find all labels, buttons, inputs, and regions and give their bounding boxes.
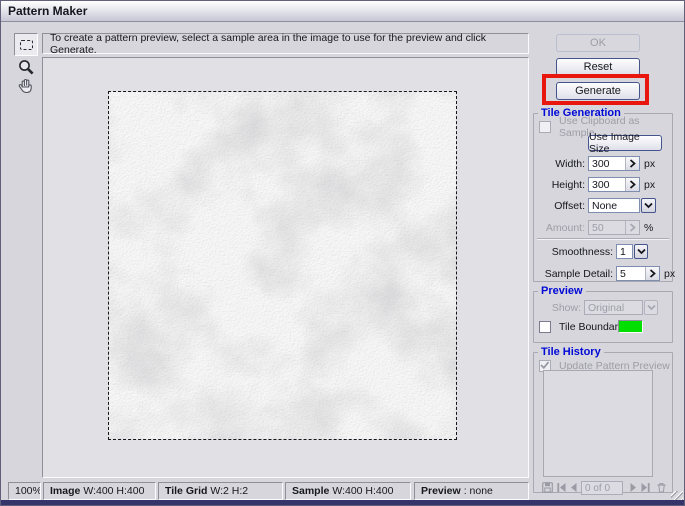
tile-counter-input [582,482,622,494]
smoothness-value[interactable]: 1 [616,244,633,259]
sample-detail-unit: px [664,267,676,280]
chevron-right-icon [629,223,636,232]
amount-label: Amount: [545,221,585,234]
smoothness-row: Smoothness: 1 [534,244,672,259]
use-clipboard-checkbox [539,120,551,133]
sample-detail-slider-button[interactable] [645,267,659,280]
status-image: Image W:400 H:400 [43,482,156,500]
show-row: Show: Original [534,300,672,315]
amount-field [588,220,640,235]
marquee-tool-button[interactable] [14,33,38,56]
status-image-label: Image [50,485,81,497]
title-bar[interactable]: Pattern Maker [1,1,684,22]
tile-history-nav [534,481,672,495]
show-dropdown-button [644,300,658,315]
status-preview: Preview : none [414,482,529,500]
width-row: Width: px [534,156,672,171]
height-slider-button[interactable] [625,178,639,191]
sample-detail-label: Sample Detail: [544,267,613,280]
height-unit: px [644,178,656,191]
show-label: Show: [551,301,581,314]
first-tile-icon [557,483,566,492]
status-preview-label: Preview [421,485,461,497]
height-field[interactable] [588,177,640,192]
tile-history-group: Tile History Update Pattern Preview [533,346,673,495]
amount-slider-button [625,221,639,234]
pattern-maker-dialog: Pattern Maker To create a pattern previe… [0,0,685,506]
amount-row: Amount: % [534,220,672,235]
status-tile-grid-value: W:2 H:2 [210,485,249,497]
last-tile-icon [641,483,650,492]
chevron-right-icon [629,159,636,168]
instruction-bar: To create a pattern preview, select a sa… [42,31,529,56]
status-tile-grid: Tile Grid W:2 H:2 [158,482,283,500]
chevron-right-icon [649,269,656,278]
ok-button: OK [556,34,640,52]
tile-boundaries-row: Tile Boundaries [534,319,672,334]
zoom-level-text: 100% [15,485,41,497]
rectangular-marquee-icon [19,39,33,50]
tile-boundaries-swatch[interactable] [618,320,643,333]
width-field[interactable] [588,156,640,171]
delete-tile-icon [657,483,666,493]
amount-input [589,221,625,234]
width-slider-button[interactable] [625,157,639,170]
status-image-value: W:400 H:400 [83,485,145,497]
previous-tile-icon [571,483,577,492]
preview-group: Preview Show: Original Tile Boundaries [533,285,673,343]
status-sample: Sample W:400 H:400 [285,482,411,500]
width-label: Width: [555,157,585,170]
sample-detail-input[interactable] [617,267,645,280]
tile-history-preview [543,370,653,477]
hand-tool-button[interactable] [17,77,35,95]
height-label: Height: [551,178,585,191]
sample-detail-row: Sample Detail: px [534,266,676,281]
hand-icon [18,78,32,94]
check-icon [540,360,550,369]
selection-marquee [108,91,457,440]
use-image-size-button[interactable]: Use Image Size [588,131,662,155]
instruction-text: To create a pattern preview, select a sa… [50,31,486,56]
status-sample-label: Sample [292,485,330,497]
window-bottom-border [1,500,684,505]
next-tile-icon [630,483,636,492]
chevron-down-icon [636,248,646,255]
save-preset-icon [542,482,553,493]
zoom-level: 100% [8,482,41,500]
offset-dropdown-button[interactable] [641,198,656,213]
window-title: Pattern Maker [8,4,88,18]
status-preview-value: : none [463,485,493,497]
chevron-right-icon [629,180,636,189]
height-input[interactable] [589,178,625,191]
width-input[interactable] [589,157,625,170]
tile-counter-box [581,481,623,495]
zoom-tool-button[interactable] [18,59,35,76]
offset-value[interactable]: None [588,198,640,213]
width-unit: px [644,157,656,170]
height-row: Height: px [534,177,672,192]
offset-row: Offset: None [534,198,672,213]
preview-title: Preview [538,285,586,298]
generate-button[interactable]: Generate [556,82,640,100]
sample-detail-field[interactable] [616,266,660,281]
chevron-down-icon [644,202,653,209]
status-sample-value: W:400 H:400 [332,485,394,497]
chevron-down-icon [646,304,656,311]
smoothness-dropdown-button[interactable] [634,244,648,259]
group-separator [537,238,669,240]
offset-label: Offset: [554,199,585,212]
tile-boundaries-checkbox[interactable] [539,320,551,333]
status-tile-grid-label: Tile Grid [165,485,208,497]
tile-generation-group: Tile Generation Use Clipboard as Sample … [533,107,676,282]
smoothness-label: Smoothness: [551,245,613,258]
show-value: Original [584,300,643,315]
amount-unit: % [644,221,654,234]
zoom-icon [19,60,34,75]
